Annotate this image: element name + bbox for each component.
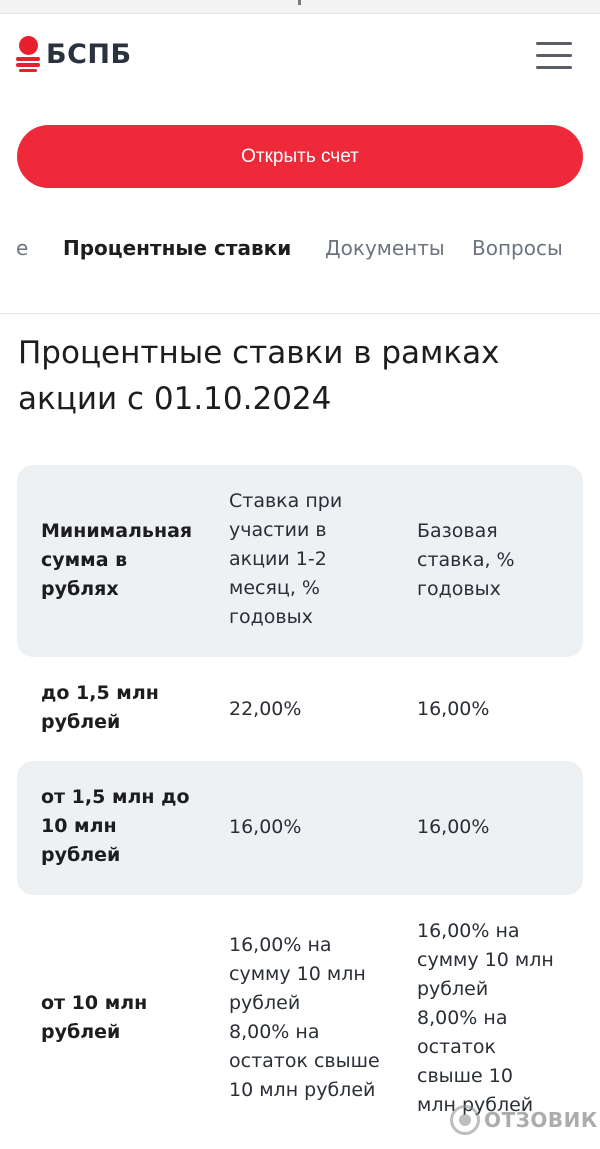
tab-previous-partial[interactable]: е bbox=[16, 236, 28, 260]
tab-questions[interactable]: Вопросы bbox=[472, 236, 563, 260]
cell-min-amount: от 10 млн рублей bbox=[41, 992, 148, 1043]
site-header: БСПБ bbox=[0, 14, 600, 98]
page-title-line-2: акции с 01.10.2024 bbox=[18, 381, 332, 417]
table-row: от 1,5 млн до 10 млн рублей 16,00% 16,00… bbox=[17, 761, 583, 895]
cell-min-amount: до 1,5 млн рублей bbox=[41, 682, 159, 733]
tabs-divider bbox=[0, 313, 600, 314]
column-header-base-rate: Базовая ставка, % годовых bbox=[417, 520, 515, 600]
status-indicator bbox=[298, 0, 301, 5]
cell-base-rate: 16,00% bbox=[417, 698, 490, 720]
tab-interest-rates[interactable]: Процентные ставки bbox=[63, 236, 291, 260]
cell-base-rate: 16,00% bbox=[417, 816, 490, 838]
section-tabs: е Процентные ставки Документы Вопросы bbox=[0, 236, 600, 276]
watermark-logo-icon bbox=[450, 1105, 480, 1135]
cell-promo-rate: 22,00% bbox=[229, 698, 302, 720]
table-row: до 1,5 млн рублей 22,00% 16,00% bbox=[17, 657, 583, 761]
cell-promo-rate: 16,00% на сумму 10 млн рублей 8,00% на о… bbox=[229, 934, 380, 1101]
open-account-button[interactable]: Открыть счет bbox=[17, 125, 583, 188]
table-header-row: Минимальная сумма в рублях Ставка при уч… bbox=[17, 465, 583, 657]
bank-logo-icon bbox=[16, 36, 40, 72]
hamburger-menu-icon[interactable] bbox=[536, 42, 574, 70]
column-header-min-amount: Минимальная сумма в рублях bbox=[41, 520, 193, 600]
bank-logo[interactable]: БСПБ bbox=[16, 36, 132, 72]
page-title-line-1: Процентные ставки в рамках bbox=[18, 335, 500, 371]
bank-logo-text: БСПБ bbox=[46, 38, 132, 70]
tab-documents[interactable]: Документы bbox=[325, 236, 445, 260]
watermark: ОТЗОВИК bbox=[450, 1102, 598, 1138]
column-header-promo-rate: Ставка при участии в акции 1-2 месяц, % … bbox=[229, 490, 343, 628]
cell-promo-rate: 16,00% bbox=[229, 816, 302, 838]
page-title: Процентные ставки в рамках акции с 01.10… bbox=[18, 330, 578, 422]
cell-base-rate: 16,00% на сумму 10 млн рублей 8,00% на о… bbox=[417, 920, 554, 1116]
status-bar bbox=[0, 0, 600, 14]
watermark-text: ОТЗОВИК bbox=[484, 1108, 598, 1132]
cell-min-amount: от 1,5 млн до 10 млн рублей bbox=[41, 786, 190, 866]
table-row: от 10 млн рублей 16,00% на сумму 10 млн … bbox=[17, 895, 583, 1135]
